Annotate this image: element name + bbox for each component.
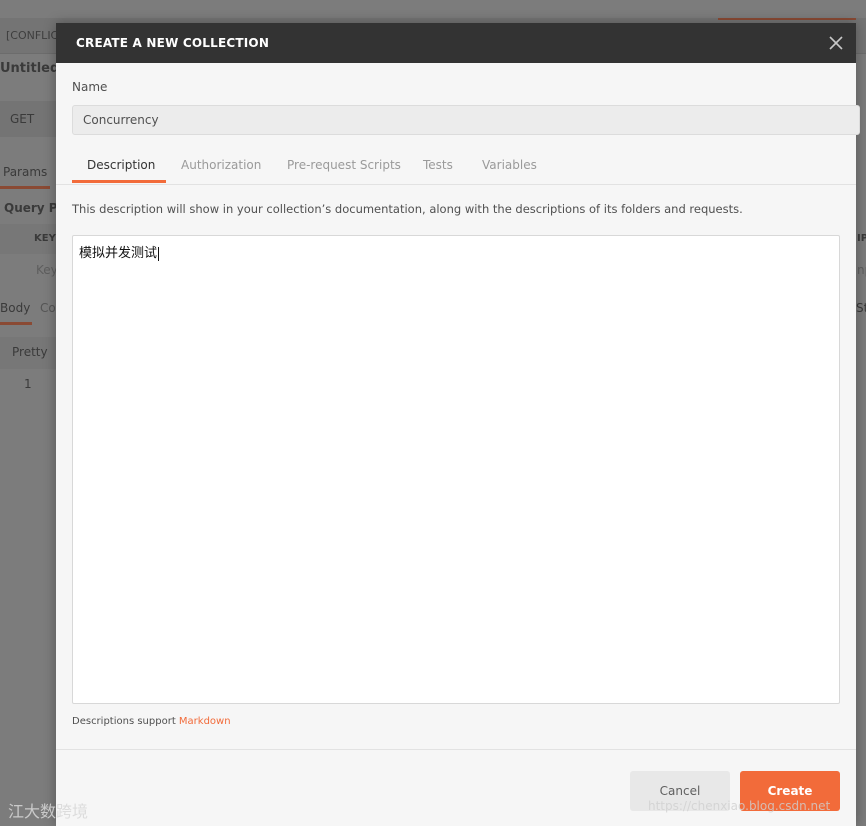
description-textarea[interactable]: 模拟并发测试: [72, 235, 840, 704]
description-help-text: This description will show in your colle…: [72, 202, 743, 216]
markdown-note: Descriptions support Markdown: [72, 716, 231, 727]
tab-variables[interactable]: Variables: [482, 147, 537, 184]
background-params-underline: [0, 186, 50, 189]
markdown-note-text: Descriptions support: [72, 716, 179, 727]
background-key-placeholder: Key: [36, 263, 58, 277]
background-cookies-tab: Co: [40, 301, 56, 315]
active-tab-indicator: [72, 180, 166, 183]
background-tab: [CONFLIC: [6, 29, 59, 42]
background-body-underline: [0, 322, 32, 325]
background-right-fragment: np: [857, 263, 866, 277]
tab-description[interactable]: Description: [87, 147, 155, 184]
background-pretty-label: Pretty: [12, 345, 48, 359]
background-line-number: 1: [24, 377, 32, 391]
description-text-content: 模拟并发测试: [79, 242, 160, 261]
tab-pre-request-scripts[interactable]: Pre-request Scripts: [287, 147, 401, 184]
tab-authorization[interactable]: Authorization: [181, 147, 261, 184]
text-caret: [158, 246, 160, 261]
close-icon: [829, 36, 843, 50]
background-right-fragment: Sta: [856, 301, 866, 315]
description-value: 模拟并发测试: [79, 246, 158, 261]
tabs-divider: [56, 184, 856, 185]
collection-name-input[interactable]: [72, 105, 860, 135]
collection-tabs: Description Authorization Pre-request Sc…: [72, 147, 840, 184]
background-method: GET: [10, 112, 35, 126]
name-label: Name: [72, 80, 108, 94]
background-body-tab: Body: [0, 301, 31, 315]
footer-divider: [56, 749, 856, 750]
create-collection-modal: CREATE A NEW COLLECTION Name Description…: [56, 23, 860, 826]
close-button[interactable]: [826, 33, 846, 53]
background-accent-line: [718, 18, 856, 20]
watermark-right: https://chenxiao.blog.csdn.net: [648, 799, 831, 813]
tab-tests[interactable]: Tests: [423, 147, 453, 184]
watermark-left: 江大数跨境: [8, 802, 89, 821]
modal-header: CREATE A NEW COLLECTION: [56, 23, 856, 63]
background-params-tab: Params: [3, 165, 48, 179]
markdown-link[interactable]: Markdown: [179, 716, 231, 727]
modal-title: CREATE A NEW COLLECTION: [76, 36, 270, 50]
background-right-fragment: IP: [857, 233, 866, 244]
background-key-header: KEY: [34, 233, 56, 244]
